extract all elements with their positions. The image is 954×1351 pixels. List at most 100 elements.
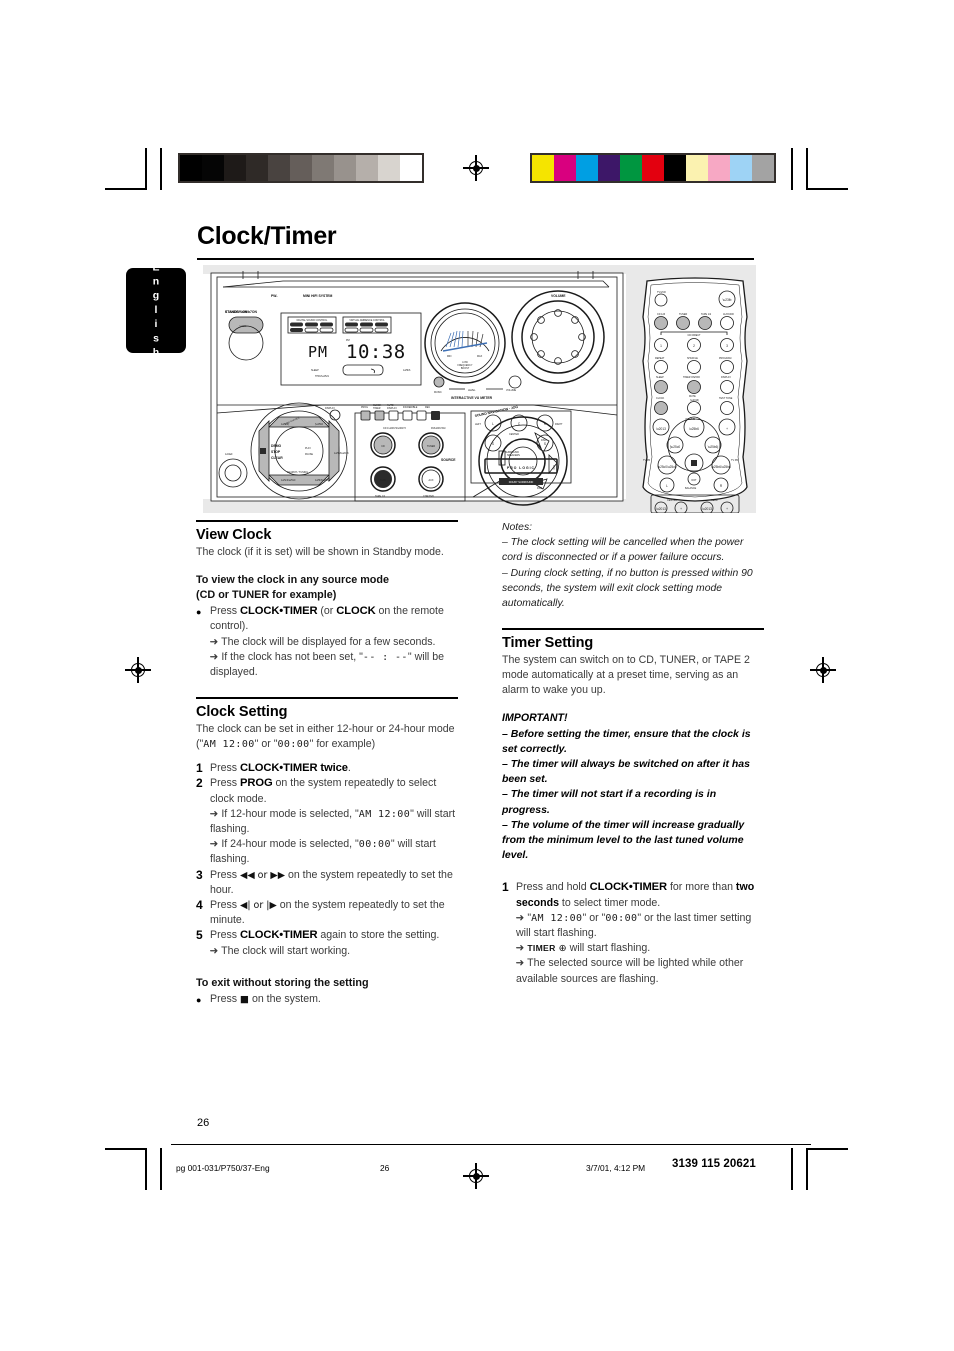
svg-text:REAR: REAR bbox=[711, 499, 718, 502]
s2-pre: Press bbox=[210, 777, 241, 790]
vc-mid: (or bbox=[317, 605, 337, 618]
svg-text:INCREDIBLE: INCREDIBLE bbox=[403, 406, 418, 409]
svg-text:FM\u00b7AM: FM\u00b7AM bbox=[431, 427, 445, 430]
s1-key: CLOCK•TIMER twice bbox=[240, 762, 348, 775]
s5-key: CLOCK•TIMER bbox=[240, 929, 318, 942]
timer-label: TIMER bbox=[527, 943, 556, 954]
svg-text:\u03a9: \u03a9 bbox=[225, 453, 233, 456]
prev-next-icon: ◀| or |▶ bbox=[240, 900, 277, 912]
registration-mark-top bbox=[463, 155, 489, 181]
color-swatch bbox=[752, 155, 774, 181]
arrow-icon: ➜ bbox=[209, 650, 219, 663]
clock-setting-intro: The clock can be set in either 12-hour o… bbox=[196, 722, 458, 752]
svg-text:CD DIRECT: CD DIRECT bbox=[687, 334, 701, 337]
notes-item-1: – The clock setting will be cancelled wh… bbox=[502, 537, 744, 564]
registration-mark-right bbox=[810, 657, 836, 683]
crop-mark-bl-h bbox=[105, 1148, 147, 1150]
arrow-icon: ➜ bbox=[515, 911, 525, 924]
color-swatch bbox=[642, 155, 664, 181]
clock-step-2: 2 Press PROG on the system repeatedly to… bbox=[196, 776, 458, 806]
svg-text:BALANCE: BALANCE bbox=[685, 487, 697, 490]
svg-text:CENTER: CENTER bbox=[667, 499, 677, 502]
cs-lcd1: AM 12:00 bbox=[203, 738, 255, 750]
ex-pre: Press bbox=[210, 993, 241, 1006]
color-swatch bbox=[708, 155, 730, 181]
language-tab-label: English bbox=[150, 260, 162, 361]
ta1-lcd2: 00:00 bbox=[605, 912, 638, 924]
svg-text:SHUFFLE: SHUFFLE bbox=[687, 357, 698, 360]
svg-text:+: + bbox=[726, 427, 728, 431]
s5-pre: Press bbox=[210, 929, 241, 942]
step-number: 2 bbox=[196, 776, 203, 791]
color-swatch bbox=[730, 155, 752, 181]
svg-text:SEARCH / TUNING: SEARCH / TUNING bbox=[287, 471, 308, 474]
svg-text:DISPLAY: DISPLAY bbox=[721, 376, 731, 379]
crop-mark-br-v2 bbox=[791, 1148, 793, 1190]
language-tab: English bbox=[126, 261, 186, 360]
svg-text:RIGHT: RIGHT bbox=[555, 423, 563, 426]
step-number: 1 bbox=[502, 880, 509, 895]
important-label: IMPORTANT! bbox=[502, 712, 568, 725]
crop-mark-bl-v2 bbox=[160, 1148, 162, 1190]
page-title: Clock/Timer bbox=[197, 222, 337, 250]
footer-filename: pg 001-031/P750/37-Eng bbox=[176, 1163, 270, 1173]
step-number: 3 bbox=[196, 867, 203, 882]
important-item-4: – The volume of the timer will increase … bbox=[502, 818, 745, 862]
svg-text:\u25b6\u2016: \u25b6\u2016 bbox=[334, 452, 349, 455]
svg-text:DISPLAY: DISPLAY bbox=[387, 407, 397, 410]
footer-divider bbox=[171, 1144, 811, 1145]
svg-text:CLOCK: CLOCK bbox=[656, 397, 665, 400]
svg-text:\u2013: \u2013 bbox=[702, 507, 712, 511]
left-column: View Clock The clock (if it is set) will… bbox=[196, 520, 458, 1008]
s2-key: PROG bbox=[240, 777, 273, 790]
svg-text:STOP: STOP bbox=[271, 450, 281, 454]
svg-text:PROG: PROG bbox=[361, 406, 368, 409]
s3-pre: Press bbox=[210, 868, 241, 881]
s2a1-lcd: AM 12:00 bbox=[358, 808, 411, 820]
crop-mark-bl-v bbox=[145, 1148, 147, 1190]
color-swatch bbox=[598, 155, 620, 181]
footer-date: 3/7/01, 4:12 PM bbox=[586, 1163, 646, 1173]
s1-pre: Press bbox=[210, 762, 241, 775]
ta2-post: will start flashing. bbox=[569, 942, 651, 955]
svg-text:TIMER: TIMER bbox=[373, 407, 381, 410]
svg-text:|\u25b6: |\u25b6 bbox=[315, 423, 324, 426]
timer-step-1: 1 Press and hold CLOCK•TIMER for more th… bbox=[502, 880, 764, 910]
vc-key2: CLOCK bbox=[336, 605, 376, 618]
svg-text:S: S bbox=[544, 442, 546, 446]
clock-step-5: 5 Press CLOCK•TIMER again to store the s… bbox=[196, 928, 458, 943]
view-clock-sub-line1: To view the clock in any source mode bbox=[196, 573, 389, 586]
svg-text:THRU\u25c9: THRU\u25c9 bbox=[315, 375, 329, 378]
view-clock-bullet-text: Press CLOCK•TIMER (or CLOCK on the remot… bbox=[210, 604, 458, 634]
svg-text:\u25c0|: \u25c0| bbox=[281, 423, 289, 426]
svg-text:SOURCE: SOURCE bbox=[441, 458, 456, 462]
clock-step-4: 4 Press ◀| or |▶ on the system repeatedl… bbox=[196, 898, 458, 928]
step-number: 1 bbox=[196, 761, 203, 776]
clock-setting-heading: Clock Setting bbox=[196, 703, 288, 720]
color-swatch bbox=[334, 155, 356, 181]
svg-text:\u2013: \u2013 bbox=[656, 427, 666, 431]
svg-text:REC: REC bbox=[425, 406, 430, 409]
t1-key: CLOCK•TIMER bbox=[589, 881, 668, 894]
svg-text:+: + bbox=[726, 507, 728, 511]
svg-text:SPEAKERS: SPEAKERS bbox=[507, 454, 520, 457]
color-calibration-bar bbox=[530, 153, 776, 183]
svg-text:AUX/CDR: AUX/CDR bbox=[723, 313, 734, 316]
view-clock-bullet: ● Press CLOCK•TIMER (or CLOCK on the rem… bbox=[196, 604, 458, 634]
cs-lcd2: 00:00 bbox=[277, 738, 310, 750]
s2a2-lcd: 00:00 bbox=[358, 839, 391, 851]
svg-text:\u25c0\u25c0: \u25c0\u25c0 bbox=[657, 465, 676, 469]
color-swatch bbox=[290, 155, 312, 181]
svg-text:DEMO: DEMO bbox=[271, 444, 282, 448]
clock-step5-arrow-1: ➜ The clock will start working. bbox=[196, 944, 458, 959]
title-divider bbox=[197, 258, 754, 260]
svg-text:PROGRAM: PROGRAM bbox=[719, 357, 731, 360]
svg-text:TUNER: TUNER bbox=[679, 313, 688, 316]
color-swatch bbox=[312, 155, 334, 181]
exit-heading: To exit without storing the setting bbox=[196, 977, 369, 990]
clock-step2-arrow-1: ➜ If 12-hour mode is selected, "AM 12:00… bbox=[196, 807, 458, 837]
timer-arrow-2: ➜ TIMER ⊕ will start flashing. bbox=[502, 941, 764, 956]
stop-icon: ■ bbox=[240, 994, 250, 1006]
clock-icon: ⊕ bbox=[555, 943, 570, 955]
arrow-icon: ➜ bbox=[515, 957, 525, 970]
